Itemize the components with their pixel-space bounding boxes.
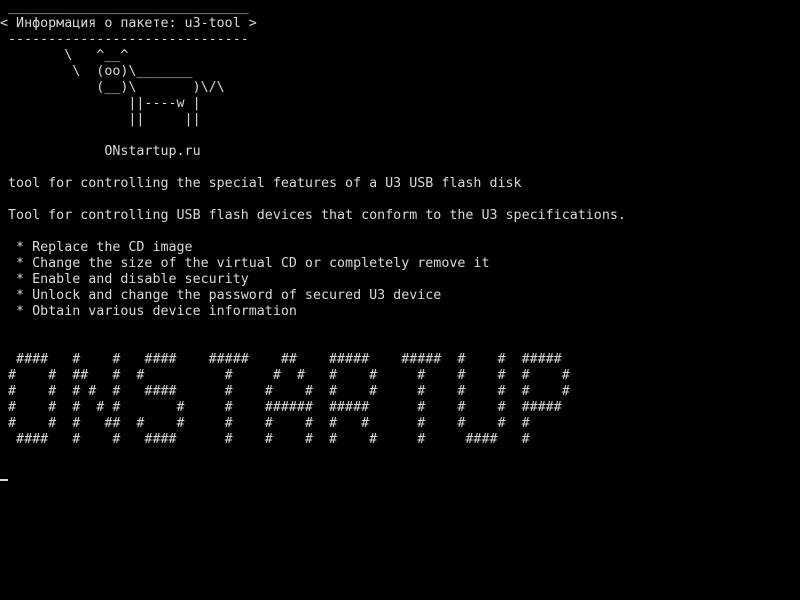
banner-ascii-line: #### # # #### # # # # # # #### # — [0, 432, 530, 447]
cow-ascii-line: (__)\ )\/\ — [0, 80, 225, 95]
feature-item: * Enable and disable security — [0, 272, 249, 287]
banner-ascii-line: # # # # # # # ###### ##### # # # ##### — [0, 400, 562, 415]
package-description: Tool for controlling USB flash devices t… — [0, 208, 626, 223]
feature-item: * Obtain various device information — [0, 304, 297, 319]
speech-bubble-text: < Информация о пакете: u3-tool > — [0, 16, 257, 31]
banner-ascii-line: # # # ## # # # # # # # # # # # — [0, 416, 530, 431]
package-summary: tool for controlling the special feature… — [0, 176, 522, 191]
terminal-screen[interactable]: ______________________________ < Информа… — [0, 0, 800, 600]
terminal-cursor — [0, 479, 8, 481]
feature-item: * Unlock and change the password of secu… — [0, 288, 442, 303]
cow-ascii-line: ||----w | — [0, 96, 201, 111]
speech-bubble-top-border: ______________________________ — [0, 0, 249, 15]
cow-ascii-line: \ (oo)\_______ — [0, 64, 193, 79]
banner-ascii-line: # # # # # #### # # # # # # # # # # — [0, 384, 570, 399]
feature-item: * Change the size of the virtual CD or c… — [0, 256, 490, 271]
feature-item: * Replace the CD image — [0, 240, 193, 255]
banner-ascii-line: # # ## # # # # # # # # # # # # — [0, 368, 570, 383]
banner-ascii-line: #### # # #### ##### ## ##### ##### # # #… — [0, 352, 562, 367]
cow-ascii-line: \ ^__^ — [0, 48, 129, 63]
speech-bubble-bottom-border: ------------------------------ — [0, 32, 249, 47]
cow-ascii-line: || || — [0, 112, 201, 127]
site-name: ONstartup.ru — [0, 144, 201, 159]
